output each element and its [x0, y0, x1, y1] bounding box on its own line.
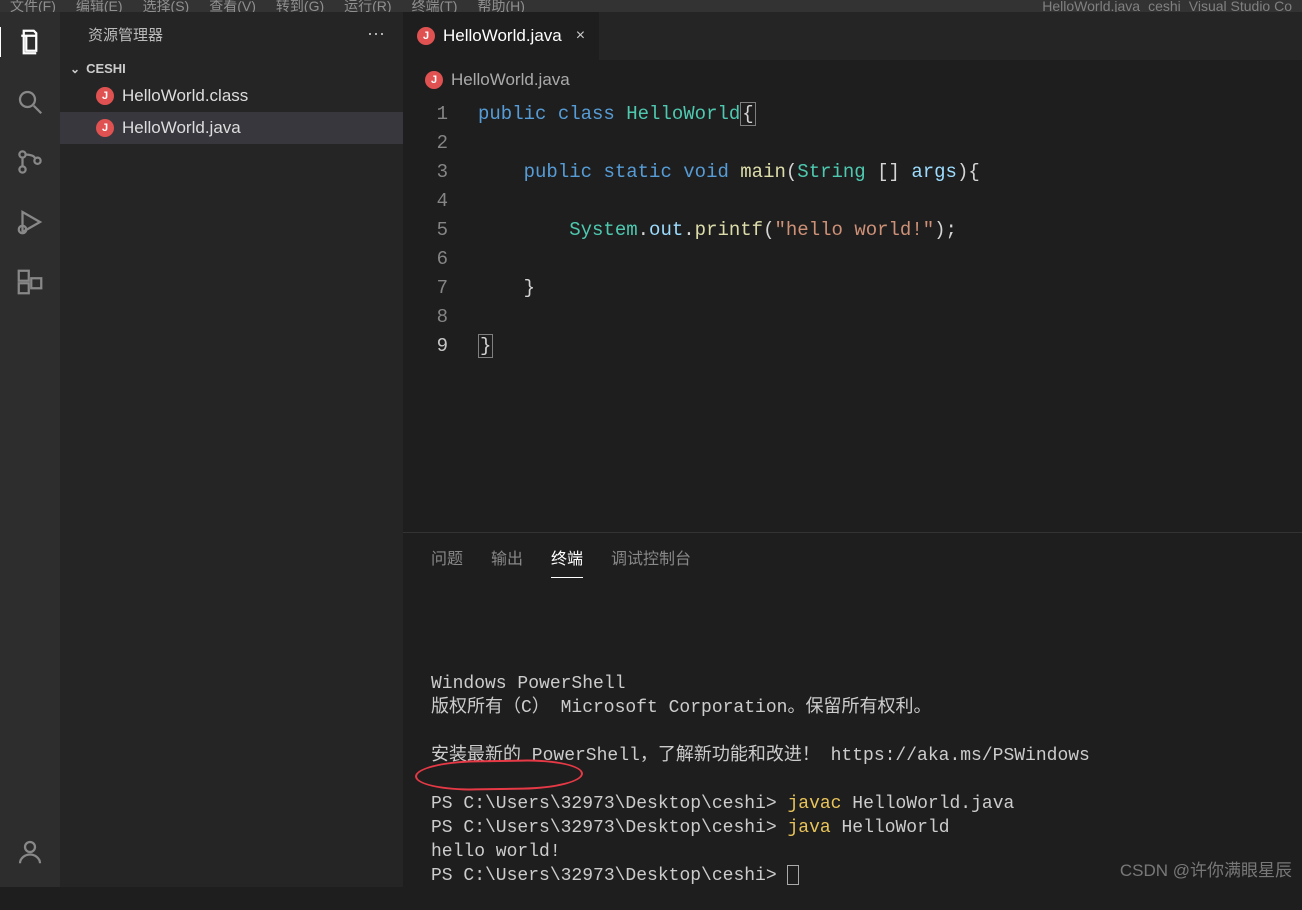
menu-item[interactable]: 运行(R): [344, 0, 391, 12]
line-number: 8: [403, 303, 448, 332]
line-number: 4: [403, 187, 448, 216]
sidebar-title: 资源管理器: [88, 24, 163, 45]
file-label: HelloWorld.class: [122, 86, 248, 106]
code-line[interactable]: public class HelloWorld{: [478, 100, 1302, 129]
gutter: 123456789: [403, 100, 478, 532]
code-line[interactable]: public static void main(String [] args){: [478, 158, 1302, 187]
menubar-right: HelloWorld.java ceshi Visual Studio Co: [1042, 0, 1292, 12]
terminal-line: 版权所有（C） Microsoft Corporation。保留所有权利。: [431, 696, 1274, 720]
search-icon[interactable]: [0, 87, 60, 117]
main: 资源管理器 ⋯ ⌄ CESHI J HelloWorld.class J HelloW…: [0, 12, 1302, 887]
sidebar: 资源管理器 ⋯ ⌄ CESHI J HelloWorld.class J HelloW…: [60, 12, 403, 887]
extensions-icon[interactable]: [0, 267, 60, 297]
menu-item[interactable]: 帮助(H): [477, 0, 524, 12]
title-part: HelloWorld.java: [1042, 0, 1140, 12]
code-line[interactable]: [478, 303, 1302, 332]
terminal-line: [431, 768, 1274, 792]
breadcrumb[interactable]: J HelloWorld.java: [403, 60, 1302, 100]
folder-header[interactable]: ⌄ CESHI: [60, 57, 403, 80]
more-icon[interactable]: ⋯: [367, 24, 385, 45]
source-control-icon[interactable]: [0, 147, 60, 177]
menubar: 文件(F) 编辑(E) 选择(S) 查看(V) 转到(G) 运行(R) 终端(T) 帮助(H)…: [0, 0, 1302, 12]
line-number: 3: [403, 158, 448, 187]
menu-item[interactable]: 转到(G): [276, 0, 324, 12]
chevron-down-icon: ⌄: [70, 62, 80, 76]
java-file-icon: J: [417, 27, 435, 45]
run-debug-icon[interactable]: [0, 207, 60, 237]
menubar-left: 文件(F) 编辑(E) 选择(S) 查看(V) 转到(G) 运行(R) 终端(T) 帮助(H): [10, 0, 525, 12]
line-number: 1: [403, 100, 448, 129]
line-number: 9: [403, 332, 448, 361]
editor-area: J HelloWorld.java × J HelloWorld.java 1234…: [403, 12, 1302, 887]
terminal-line: Windows PowerShell: [431, 672, 1274, 696]
terminal-line: 安装最新的 PowerShell，了解新功能和改进！ https://aka.m…: [431, 744, 1274, 768]
terminal-cursor: [787, 865, 799, 885]
explorer-icon[interactable]: [0, 27, 59, 57]
line-number: 2: [403, 129, 448, 158]
sidebar-header: 资源管理器 ⋯: [60, 12, 403, 57]
folder-name: CESHI: [86, 61, 126, 76]
file-list: J HelloWorld.class J HelloWorld.java: [60, 80, 403, 144]
code-content[interactable]: public class HelloWorld{ public static v…: [478, 100, 1302, 532]
terminal-line: PS C:\Users\32973\Desktop\ceshi> java He…: [431, 816, 1274, 840]
code-line[interactable]: [478, 129, 1302, 158]
watermark: CSDN @许你满眼星辰: [1120, 856, 1292, 881]
menu-item[interactable]: 查看(V): [209, 0, 256, 12]
terminal-line: PS C:\Users\32973\Desktop\ceshi> javac H…: [431, 792, 1274, 816]
line-number: 7: [403, 274, 448, 303]
tabs: J HelloWorld.java ×: [403, 12, 1302, 60]
account-icon[interactable]: [0, 837, 60, 867]
title-part: ceshi: [1148, 0, 1181, 12]
menu-item[interactable]: 终端(T): [412, 0, 458, 12]
title-part: Visual Studio Co: [1189, 0, 1292, 12]
tab-label: HelloWorld.java: [443, 26, 562, 46]
code-line[interactable]: [478, 245, 1302, 274]
terminal-line: [431, 720, 1274, 744]
close-icon[interactable]: ×: [576, 27, 585, 45]
line-number: 5: [403, 216, 448, 245]
file-item[interactable]: J HelloWorld.java: [60, 112, 403, 144]
activity-bar: [0, 12, 60, 887]
editor-tab[interactable]: J HelloWorld.java ×: [403, 12, 600, 60]
panel-tab[interactable]: 调试控制台: [611, 545, 691, 578]
code-line[interactable]: System.out.printf("hello world!");: [478, 216, 1302, 245]
code-line[interactable]: }: [478, 274, 1302, 303]
menu-item[interactable]: 选择(S): [143, 0, 190, 12]
file-label: HelloWorld.java: [122, 118, 241, 138]
panel-tab[interactable]: 问题: [431, 545, 463, 578]
code-line[interactable]: }: [478, 332, 1302, 361]
line-number: 6: [403, 245, 448, 274]
java-file-icon: J: [96, 119, 114, 137]
code-editor[interactable]: 123456789 public class HelloWorld{ publi…: [403, 100, 1302, 532]
java-file-icon: J: [96, 87, 114, 105]
menu-item[interactable]: 文件(F): [10, 0, 56, 12]
file-item[interactable]: J HelloWorld.class: [60, 80, 403, 112]
java-file-icon: J: [425, 71, 443, 89]
panel: 问题输出终端调试控制台 Windows PowerShell版权所有（C） Mi…: [403, 532, 1302, 887]
panel-tab[interactable]: 输出: [491, 545, 523, 578]
panel-tab[interactable]: 终端: [551, 545, 583, 578]
menu-item[interactable]: 编辑(E): [76, 0, 123, 12]
code-line[interactable]: [478, 187, 1302, 216]
breadcrumb-label: HelloWorld.java: [451, 70, 570, 90]
panel-tabs: 问题输出终端调试控制台: [403, 533, 1302, 578]
